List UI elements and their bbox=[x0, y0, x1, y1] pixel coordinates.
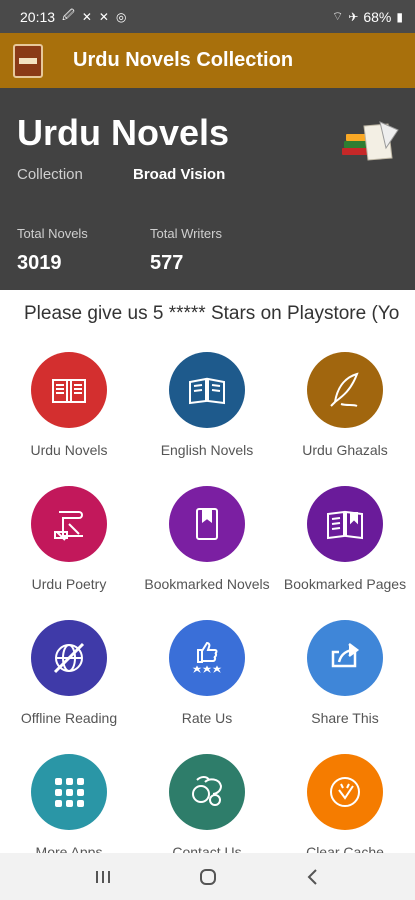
home-button[interactable] bbox=[188, 857, 228, 897]
menu-contact-us[interactable]: Contact Us bbox=[138, 754, 276, 860]
home-icon bbox=[199, 868, 216, 885]
header-panel: Urdu Novels Collection Broad Vision Tota… bbox=[0, 88, 415, 290]
books-quill-icon bbox=[342, 121, 399, 161]
x-app-icon: ✕ bbox=[81, 9, 92, 24]
menu-share-this[interactable]: Share This bbox=[276, 620, 414, 726]
menu-bookmarked-pages[interactable]: Bookmarked Pages bbox=[276, 486, 414, 592]
app-logo-icon bbox=[13, 43, 43, 78]
total-novels-value: 3019 bbox=[17, 252, 62, 274]
wifi-icon: ⌔ bbox=[332, 9, 344, 23]
whatsapp-icon: ◎ bbox=[115, 9, 127, 24]
menu-label: Bookmarked Pages bbox=[283, 576, 407, 592]
status-time: 20:13 bbox=[20, 8, 56, 25]
battery-icon: ▮ bbox=[396, 9, 403, 24]
menu-label: Offline Reading bbox=[20, 710, 118, 726]
bookmark-pages-icon bbox=[307, 486, 383, 562]
menu-bookmarked-novels[interactable]: Bookmarked Novels bbox=[138, 486, 276, 592]
thumbs-up-stars-icon bbox=[169, 620, 245, 696]
menu-label: Urdu Poetry bbox=[31, 576, 107, 592]
menu-english-novels[interactable]: English Novels bbox=[138, 352, 276, 458]
menu-more-apps[interactable]: More Apps bbox=[0, 754, 138, 860]
x-app-icon-2: ✕ bbox=[98, 9, 109, 24]
brand-name: Broad Vision bbox=[133, 166, 226, 183]
menu-label: English Novels bbox=[160, 442, 254, 458]
collection-label: Collection bbox=[17, 166, 83, 183]
total-novels-label: Total Novels bbox=[17, 226, 88, 241]
recents-button[interactable] bbox=[83, 857, 123, 897]
menu-label: Bookmarked Novels bbox=[144, 576, 270, 592]
menu-label: Rate Us bbox=[181, 710, 233, 726]
menu-clear-cache[interactable]: Clear Cache bbox=[276, 754, 414, 860]
notification-icon: 🖉 bbox=[62, 8, 75, 22]
menu-urdu-novels[interactable]: Urdu Novels bbox=[0, 352, 138, 458]
open-book-icon bbox=[31, 352, 107, 428]
airplane-icon: ✈ bbox=[348, 9, 359, 24]
share-icon bbox=[307, 620, 383, 696]
menu-label: Share This bbox=[311, 710, 379, 726]
battery-percent: 68% bbox=[363, 8, 392, 25]
menu-rate-us[interactable]: Rate Us bbox=[138, 620, 276, 726]
total-writers-value: 577 bbox=[150, 252, 184, 274]
header-title: Urdu Novels bbox=[17, 112, 230, 153]
menu-label: Urdu Ghazals bbox=[302, 442, 388, 458]
poetry-scroll-icon bbox=[31, 486, 107, 562]
marquee-text: Please give us 5 ***** Stars on Playstor… bbox=[24, 303, 400, 324]
recents-icon bbox=[95, 870, 110, 883]
app-title: Urdu Novels Collection bbox=[73, 49, 294, 71]
system-nav-bar bbox=[0, 853, 415, 900]
clear-cache-icon bbox=[307, 754, 383, 830]
menu-offline-reading[interactable]: Offline Reading bbox=[0, 620, 138, 726]
apps-grid-icon bbox=[31, 754, 107, 830]
back-button[interactable] bbox=[293, 857, 333, 897]
total-writers-label: Total Writers bbox=[150, 226, 222, 241]
status-bar: 20:13 🖉 ✕ ✕ ◎ ⌔ ✈ 68% ▮ bbox=[0, 0, 415, 33]
menu-label: Urdu Novels bbox=[30, 442, 108, 458]
app-bar: Urdu Novels Collection bbox=[0, 33, 415, 88]
quill-pen-icon bbox=[307, 352, 383, 428]
menu-urdu-ghazals[interactable]: Urdu Ghazals bbox=[276, 352, 414, 458]
reading-book-icon bbox=[169, 352, 245, 428]
bookmark-book-icon bbox=[169, 486, 245, 562]
contact-icon bbox=[169, 754, 245, 830]
offline-globe-icon bbox=[31, 620, 107, 696]
menu-urdu-poetry[interactable]: Urdu Poetry bbox=[0, 486, 138, 592]
rating-marquee[interactable]: Please give us 5 ***** Stars on Playstor… bbox=[0, 300, 415, 330]
back-icon bbox=[307, 868, 317, 885]
